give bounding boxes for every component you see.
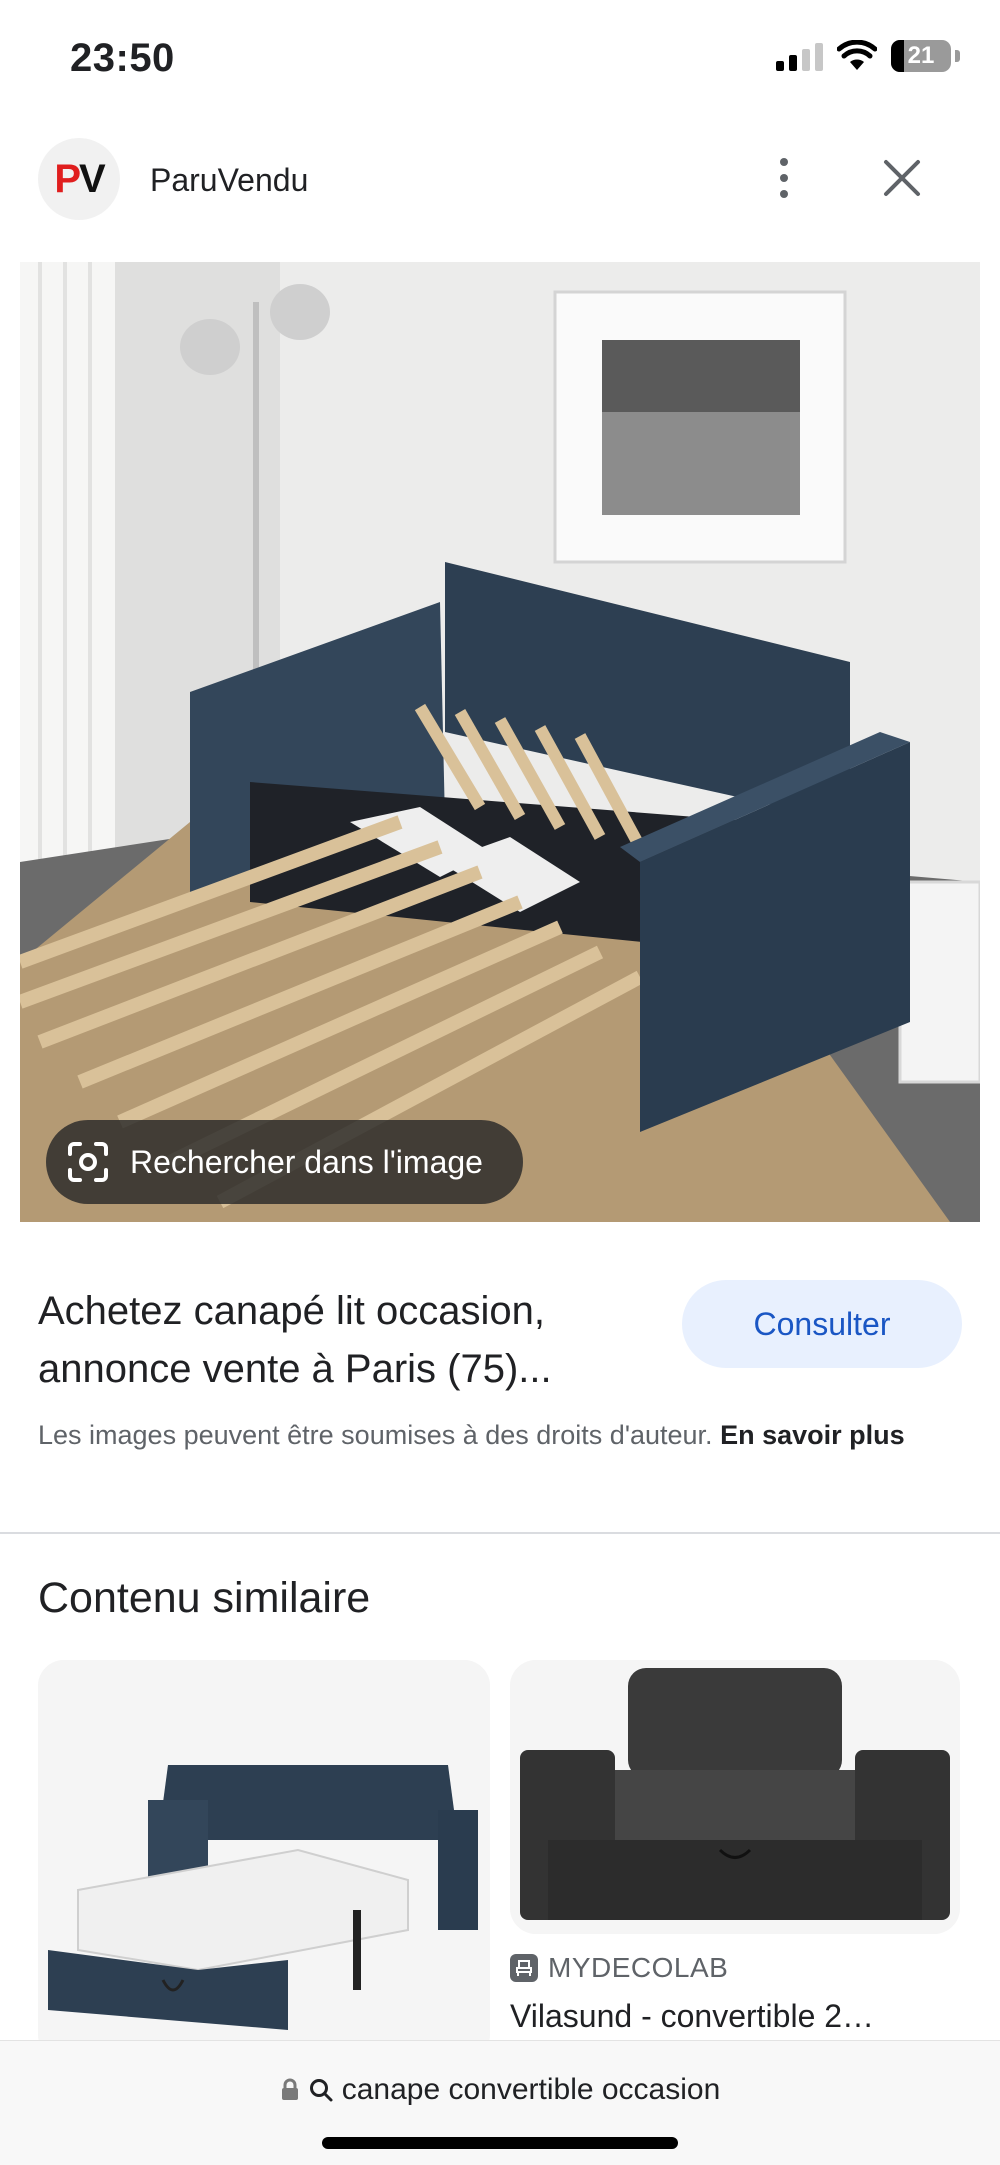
sofa-bed-photo <box>20 262 980 1222</box>
chair-icon <box>510 1954 538 1982</box>
similar-image-sofa-dark <box>510 1660 960 1934</box>
site-name[interactable]: ParuVendu <box>150 162 308 199</box>
similar-result-card[interactable] <box>38 1660 490 2060</box>
learn-more-link[interactable]: En savoir plus <box>720 1420 905 1450</box>
close-icon[interactable] <box>876 152 928 204</box>
main-result-image[interactable]: Rechercher dans l'image <box>20 262 980 1222</box>
lens-result-header: PV ParuVendu <box>0 132 1000 224</box>
signal-icon <box>776 41 823 71</box>
copyright-notice: Les images peuvent être soumises à des d… <box>38 1416 958 1454</box>
browser-bottom-bar: canape convertible occasion <box>0 2040 1000 2165</box>
wifi-icon <box>837 40 877 70</box>
similar-source: MYDECOLAB <box>510 1952 728 1984</box>
lock-icon <box>281 2078 298 2100</box>
more-vert-icon <box>780 158 788 166</box>
search-icon <box>309 2079 333 2102</box>
similar-image-sofa-bed-blue <box>38 1660 490 2060</box>
battery-level: 21 <box>907 42 935 69</box>
divider <box>0 1532 1000 1534</box>
search-in-image-label: Rechercher dans l'image <box>130 1143 483 1180</box>
similar-content-heading: Contenu similaire <box>38 1574 371 1622</box>
search-in-image-button[interactable]: Rechercher dans l'image <box>46 1120 523 1204</box>
logo-letter-v: V <box>79 156 106 201</box>
home-indicator[interactable] <box>322 2137 678 2149</box>
visit-button[interactable]: Consulter <box>682 1280 962 1368</box>
battery-icon: 21 <box>891 40 951 72</box>
result-title[interactable]: Achetez canapé lit occasion, annonce ven… <box>38 1282 638 1398</box>
similar-caption[interactable]: Vilasund - convertible 2… <box>510 1998 960 2035</box>
similar-result-card[interactable] <box>510 1660 960 1934</box>
more-options-button[interactable] <box>762 152 806 204</box>
status-bar: 23:50 21 <box>0 0 1000 120</box>
logo-letter-p: P <box>54 156 81 201</box>
lens-icon <box>68 1142 108 1182</box>
status-time: 23:50 <box>70 36 175 80</box>
site-logo[interactable]: PV <box>38 138 120 220</box>
search-query: canape convertible occasion <box>341 2073 721 2106</box>
copyright-text: Les images peuvent être soumises à des d… <box>38 1420 713 1450</box>
source-name: MYDECOLAB <box>548 1952 729 1983</box>
status-icons: 21 <box>776 40 960 72</box>
address-bar[interactable]: canape convertible occasion <box>0 2073 1000 2107</box>
